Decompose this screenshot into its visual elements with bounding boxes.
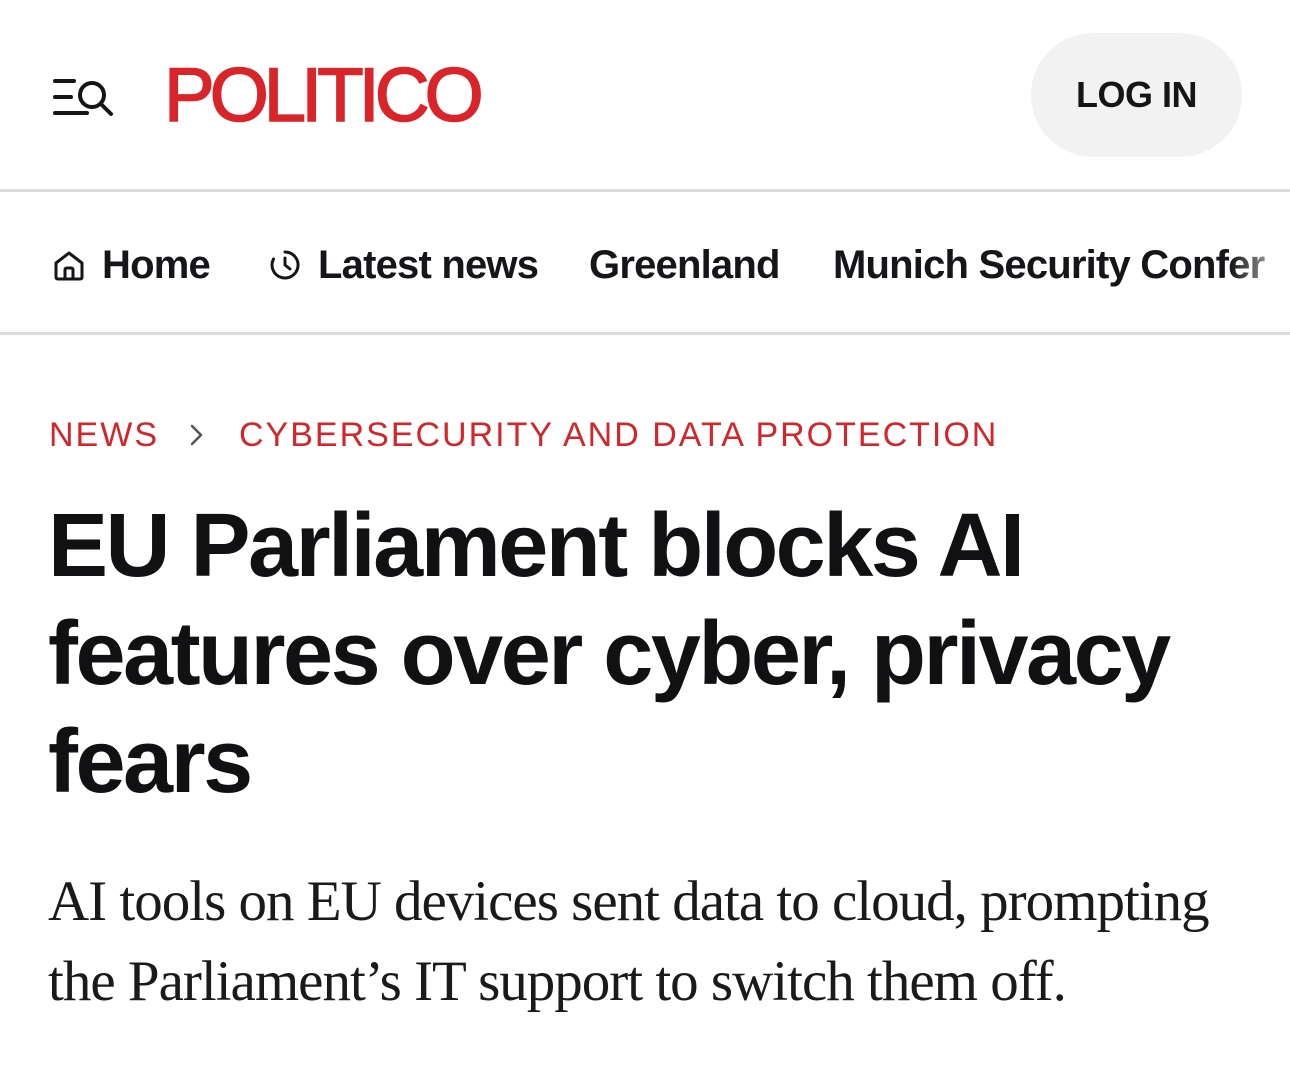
article-dek: AI tools on EU devices sent data to clou… xyxy=(48,870,1210,1013)
site-header: POLITICO LOG IN xyxy=(0,0,1290,192)
nav-item-label: Latest news xyxy=(318,242,539,287)
log-in-button[interactable]: LOG IN xyxy=(1031,33,1242,157)
nav-item-label: Munich Security Confer xyxy=(833,242,1265,287)
breadcrumb-cybersecurity-link[interactable]: CYBERSECURITY AND DATA PROTECTION xyxy=(239,416,998,455)
nav-item-label: Home xyxy=(102,242,211,287)
clock-icon xyxy=(270,250,300,280)
menu-search-button[interactable] xyxy=(52,74,116,120)
politico-logo[interactable]: POLITICO xyxy=(163,53,484,139)
nav-item-munich-security-conference[interactable]: Munich Security Confer xyxy=(833,236,1265,294)
nav-item-home[interactable]: Home xyxy=(52,236,211,294)
nav-item-latest-news[interactable]: Latest news xyxy=(268,236,539,294)
nav-item-greenland[interactable]: Greenland xyxy=(589,236,780,294)
menu-search-icon xyxy=(53,79,113,116)
nav-item-label: Greenland xyxy=(589,242,780,287)
home-icon xyxy=(54,251,84,281)
chevron-right-icon xyxy=(189,422,205,448)
breadcrumb: NEWS CYBERSECURITY AND DATA PROTECTION xyxy=(49,410,998,460)
section-nav: Home Latest news Greenland Munich Securi… xyxy=(0,192,1290,335)
article-headline: EU Parliament blocks AI features over cy… xyxy=(48,496,1171,812)
breadcrumb-news-link[interactable]: NEWS xyxy=(49,416,159,455)
